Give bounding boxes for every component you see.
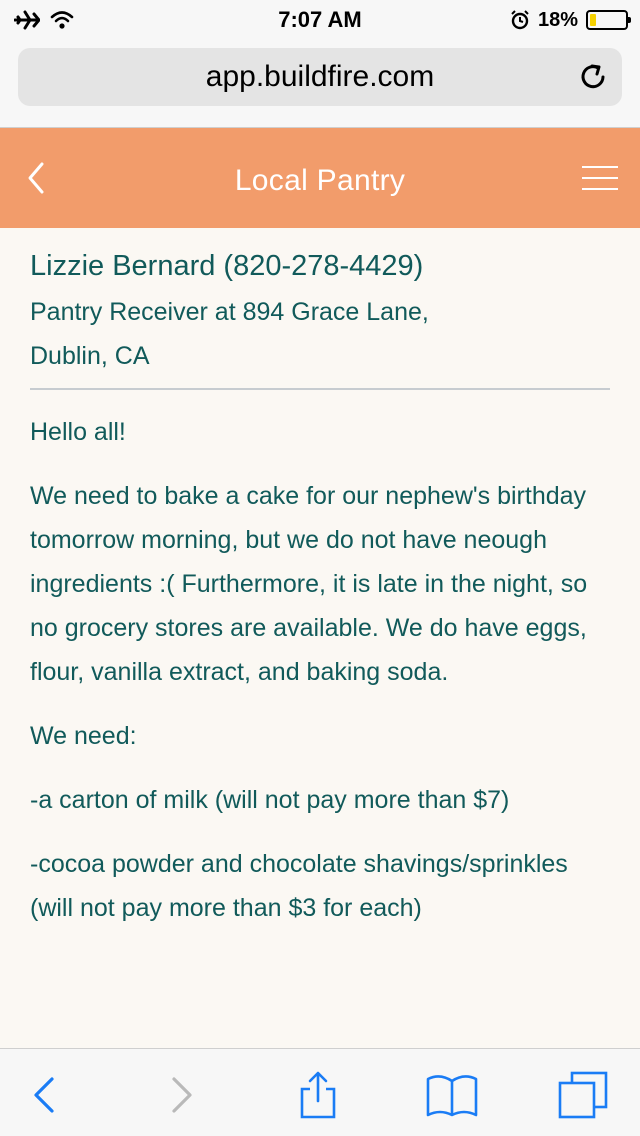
poster-location-line: Pantry Receiver at 894 Grace Lane, <box>30 298 429 326</box>
tabs-icon[interactable] <box>556 1071 610 1119</box>
hamburger-menu-icon[interactable] <box>582 162 618 194</box>
browser-toolbar <box>0 1048 640 1136</box>
bookmarks-icon[interactable] <box>424 1071 480 1119</box>
post-paragraph: We need: <box>30 722 137 750</box>
poster-name: Lizzie Bernard (820-278-4429) <box>30 250 424 282</box>
menu-line <box>582 177 618 179</box>
menu-line <box>582 166 618 168</box>
share-icon[interactable] <box>296 1071 340 1119</box>
battery-percent: 18% <box>537 8 578 31</box>
forward-icon[interactable] <box>160 1071 204 1119</box>
menu-line <box>582 188 618 190</box>
browser-address-area: app.buildfire.com <box>0 40 640 128</box>
post-paragraph: -cocoa powder and chocolate shavings/spr… <box>30 850 568 922</box>
post-paragraph: We need to bake a cake for our nephew's … <box>30 482 588 686</box>
alarm-icon <box>511 10 529 30</box>
back-icon[interactable] <box>22 1071 66 1119</box>
post-paragraph: Hello all! <box>30 418 126 446</box>
post-paragraph: -a carton of milk (will not pay more tha… <box>30 786 510 814</box>
page-title: Local Pantry <box>234 164 406 197</box>
status-bar: 7:07 AM 18% <box>0 0 640 40</box>
battery-icon <box>586 10 631 30</box>
app-header: Local Pantry <box>0 128 640 228</box>
address-bar[interactable]: app.buildfire.com <box>18 48 622 106</box>
divider <box>30 388 610 390</box>
status-right: 18% <box>510 6 631 34</box>
poster-location: Pantry Receiver at 894 Grace Lane, Dubli… <box>30 290 610 378</box>
post-content: Lizzie Bernard (820-278-4429) Pantry Rec… <box>0 228 640 1048</box>
battery-fill <box>590 14 597 26</box>
url-text[interactable]: app.buildfire.com <box>18 48 622 106</box>
reload-icon[interactable] <box>578 62 608 92</box>
poster-location-line: Dublin, CA <box>30 342 150 370</box>
